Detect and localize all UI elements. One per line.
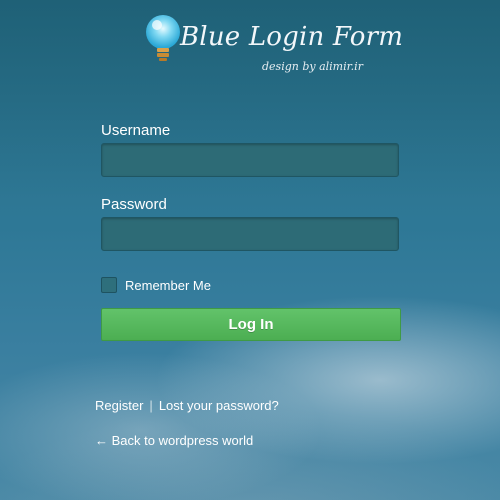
remember-me-checkbox[interactable] (101, 277, 117, 293)
username-label: Username (101, 122, 171, 139)
logo-subtitle: design by alimir.ir (262, 60, 363, 73)
lost-password-link[interactable]: Lost your password? (159, 398, 279, 413)
password-label: Password (101, 196, 167, 213)
username-field[interactable] (101, 143, 399, 177)
logo: Blue Login Form design by alimir.ir (140, 10, 403, 80)
back-to-site-link[interactable]: ← Back to wordpress world (95, 433, 253, 448)
remember-me-label[interactable]: Remember Me (125, 278, 211, 293)
logo-title: Blue Login Form (180, 22, 404, 52)
account-links: Register | Lost your password? (95, 398, 279, 413)
password-field[interactable] (101, 217, 399, 251)
back-link-row: ← Back to wordpress world (95, 433, 253, 448)
register-link[interactable]: Register (95, 398, 143, 413)
lightbulb-icon (145, 12, 181, 64)
login-button[interactable]: Log In (101, 308, 401, 341)
link-separator: | (149, 398, 153, 413)
remember-me-row: Remember Me (101, 277, 211, 293)
